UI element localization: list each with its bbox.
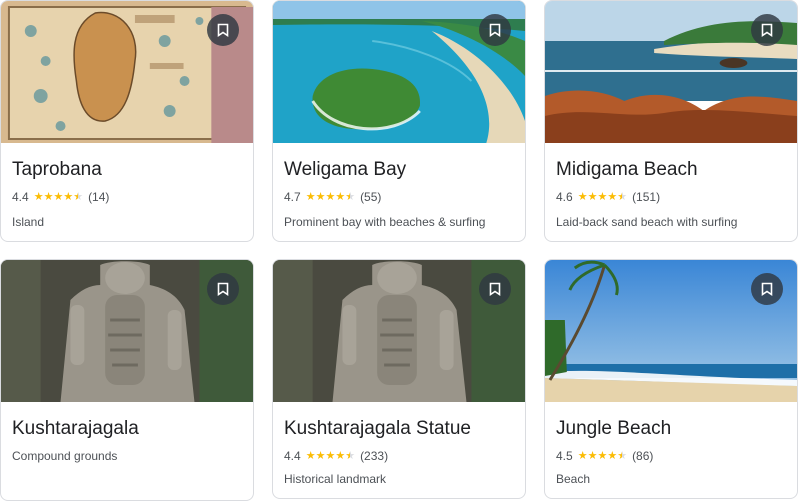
save-button[interactable]: [207, 273, 239, 305]
place-title[interactable]: Kushtarajagala Statue: [284, 418, 471, 440]
bookmark-icon: [217, 23, 229, 37]
place-card-taprobana[interactable]: Taprobana 4.4 ★ ★ ★ ★ ★ (14) Island: [0, 0, 254, 242]
star-icon: ★: [607, 450, 618, 462]
bookmark-icon: [761, 23, 773, 37]
bookmark-icon: [217, 282, 229, 296]
star-icon: ★: [33, 191, 44, 203]
star-icon: ★: [305, 450, 316, 462]
rating-row: 4.7 ★ ★ ★ ★ ★ (55): [284, 190, 381, 204]
review-count[interactable]: (151): [632, 190, 660, 204]
star-icon: ★: [597, 450, 608, 462]
star-icon: ★: [345, 450, 356, 462]
rating-value: 4.5: [556, 449, 573, 463]
star-icon: ★: [617, 450, 628, 462]
star-icon: ★: [53, 191, 64, 203]
star-icon: ★: [587, 191, 598, 203]
bookmark-icon: [489, 23, 501, 37]
review-count[interactable]: (233): [360, 449, 388, 463]
rating-stars: ★ ★ ★ ★ ★: [34, 191, 83, 203]
place-card-kushtarajagala-statue[interactable]: Kushtarajagala Statue 4.4 ★ ★ ★ ★ ★ (233) Hi…: [272, 259, 526, 499]
star-icon: ★: [325, 450, 336, 462]
place-title[interactable]: Midigama Beach: [556, 159, 698, 181]
place-title[interactable]: Weligama Bay: [284, 159, 406, 181]
rating-row: 4.5 ★ ★ ★ ★ ★ (86): [556, 449, 653, 463]
place-title[interactable]: Jungle Beach: [556, 418, 671, 440]
bookmark-icon: [489, 282, 501, 296]
save-button[interactable]: [479, 14, 511, 46]
rating-value: 4.4: [284, 449, 301, 463]
place-card-midigama-beach[interactable]: Midigama Beach 4.6 ★ ★ ★ ★ ★ (151) Laid-back…: [544, 0, 798, 242]
rating-row: 4.4 ★ ★ ★ ★ ★ (14): [12, 190, 109, 204]
review-count[interactable]: (86): [632, 449, 653, 463]
star-icon: ★: [617, 191, 628, 203]
star-icon: ★: [345, 191, 356, 203]
rating-stars: ★ ★ ★ ★ ★: [306, 191, 355, 203]
place-title[interactable]: Kushtarajagala: [12, 418, 139, 440]
place-title[interactable]: Taprobana: [12, 159, 102, 181]
star-icon: ★: [607, 191, 618, 203]
star-icon: ★: [315, 191, 326, 203]
rating-stars: ★ ★ ★ ★ ★: [306, 450, 355, 462]
rating-row: 4.4 ★ ★ ★ ★ ★ (233): [284, 449, 388, 463]
place-description: Compound grounds: [12, 449, 118, 463]
star-icon: ★: [335, 191, 346, 203]
place-description: Laid-back sand beach with surfing: [556, 215, 738, 229]
review-count[interactable]: (55): [360, 190, 381, 204]
star-icon: ★: [577, 450, 588, 462]
rating-value: 4.7: [284, 190, 301, 204]
review-count[interactable]: (14): [88, 190, 109, 204]
star-icon: ★: [325, 191, 336, 203]
star-icon: ★: [43, 191, 54, 203]
star-icon: ★: [305, 191, 316, 203]
star-icon: ★: [63, 191, 74, 203]
save-button[interactable]: [751, 273, 783, 305]
place-description: Prominent bay with beaches & surfing: [284, 215, 486, 229]
rating-stars: ★ ★ ★ ★ ★: [578, 450, 627, 462]
star-icon: ★: [315, 450, 326, 462]
place-card-weligama-bay[interactable]: Weligama Bay 4.7 ★ ★ ★ ★ ★ (55) Prominent ba…: [272, 0, 526, 242]
save-button[interactable]: [751, 14, 783, 46]
place-card-jungle-beach[interactable]: Jungle Beach 4.5 ★ ★ ★ ★ ★ (86) Beach: [544, 259, 798, 499]
place-description: Island: [12, 215, 45, 229]
star-icon: ★: [73, 191, 84, 203]
rating-value: 4.6: [556, 190, 573, 204]
place-description: Beach: [556, 472, 591, 486]
star-icon: ★: [577, 191, 588, 203]
save-button[interactable]: [207, 14, 239, 46]
rating-stars: ★ ★ ★ ★ ★: [578, 191, 627, 203]
rating-row: 4.6 ★ ★ ★ ★ ★ (151): [556, 190, 660, 204]
star-icon: ★: [597, 191, 608, 203]
place-card-kushtarajagala[interactable]: Kushtarajagala Compound grounds: [0, 259, 254, 501]
save-button[interactable]: [479, 273, 511, 305]
star-icon: ★: [335, 450, 346, 462]
place-description: Historical landmark: [284, 472, 387, 486]
bookmark-icon: [761, 282, 773, 296]
rating-value: 4.4: [12, 190, 29, 204]
star-icon: ★: [587, 450, 598, 462]
